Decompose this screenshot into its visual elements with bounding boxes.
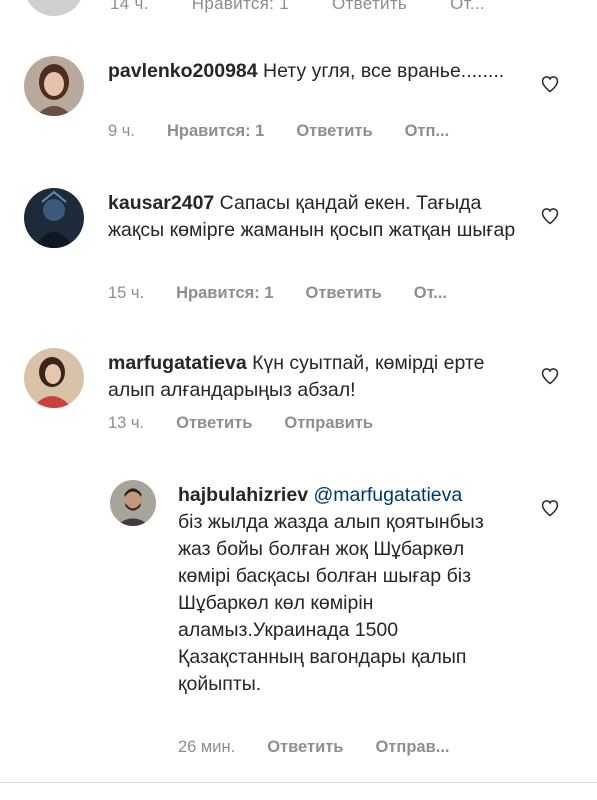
heart-outline-icon[interactable] xyxy=(540,498,560,518)
reply-button[interactable]: Ответить xyxy=(176,414,252,433)
comment-meta: 26 мин. Ответить Отправ... xyxy=(178,738,450,757)
comment-time: 15 ч. xyxy=(108,284,145,302)
heart-outline-icon[interactable] xyxy=(540,366,560,386)
avatar[interactable] xyxy=(24,56,84,116)
comment-username[interactable]: kausar2407 xyxy=(108,192,214,214)
send-button[interactable]: Отправ... xyxy=(375,738,449,757)
comment-meta: 15 ч. Нравится: 1 Ответить От... xyxy=(108,284,447,303)
heart-outline-icon[interactable] xyxy=(540,74,560,94)
heart-outline-icon[interactable] xyxy=(540,206,560,226)
send-button[interactable]: От... xyxy=(450,0,485,13)
likes-count[interactable]: Нравится: 1 xyxy=(176,284,273,303)
comment-username[interactable]: pavlenko200984 xyxy=(108,60,258,82)
likes-count[interactable]: Нравится: 1 xyxy=(167,122,264,141)
send-button[interactable]: Отп... xyxy=(405,122,450,141)
send-button[interactable]: Отправить xyxy=(284,414,373,433)
comment-body: hajbulahizriev @marfugatatieva біз жылда… xyxy=(178,482,518,698)
comment-body: kausar2407 Сапасы қандай екен. Тағыда жа… xyxy=(108,190,528,244)
comment-username[interactable]: hajbulahizriev xyxy=(178,484,308,506)
divider xyxy=(0,782,597,783)
reply-button[interactable]: Ответить xyxy=(306,284,382,303)
comment-time: 9 ч. xyxy=(108,122,135,140)
comment-meta: 13 ч. Ответить Отправить xyxy=(108,414,373,433)
mention-link[interactable]: @marfugatatieva xyxy=(308,484,462,506)
avatar[interactable] xyxy=(24,188,84,248)
comment-time: 13 ч. xyxy=(108,414,145,432)
send-button[interactable]: От... xyxy=(414,284,447,303)
avatar[interactable] xyxy=(24,0,84,16)
comment-time: 26 мин. xyxy=(178,738,236,756)
comment-body: pavlenko200984 Нету угля, все враньe....… xyxy=(108,58,508,85)
comment-body: marfugatatieva Күн суытпай, көмірді ерте… xyxy=(108,350,508,404)
reply-button[interactable]: Ответить xyxy=(296,122,372,141)
reply-button[interactable]: Ответить xyxy=(267,738,343,757)
likes-count[interactable]: Нравится: 1 xyxy=(192,0,289,13)
comment-meta: 14 ч. Нравится: 1 Ответить От... xyxy=(110,0,523,14)
avatar[interactable] xyxy=(110,480,156,526)
partial-comment: 14 ч. Нравится: 1 Ответить От... xyxy=(0,0,597,16)
comments-screen: 14 ч. Нравится: 1 Ответить От... pavlenk… xyxy=(0,0,597,800)
comment-time: 14 ч. xyxy=(110,0,149,13)
reply-button[interactable]: Ответить xyxy=(332,0,407,13)
comment-meta: 9 ч. Нравится: 1 Ответить Отп... xyxy=(108,122,449,141)
comment-text: біз жылда жазда алып қоятынбыз жаз бойы … xyxy=(178,511,484,695)
avatar[interactable] xyxy=(24,348,84,408)
comment-username[interactable]: marfugatatieva xyxy=(108,352,247,374)
comment-text: Нету угля, все враньe........ xyxy=(257,60,505,82)
